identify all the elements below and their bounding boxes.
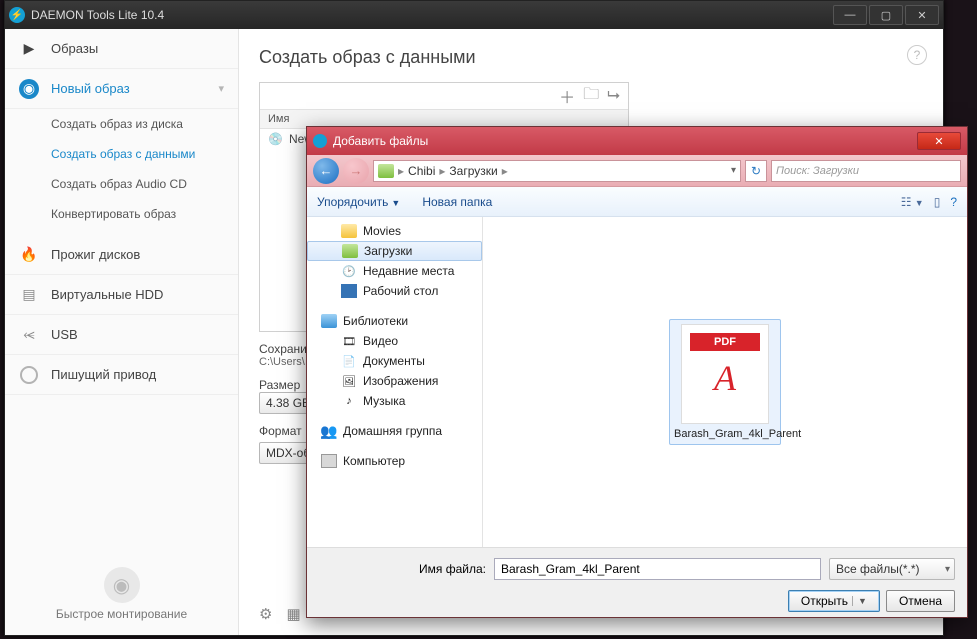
tree-desktop[interactable]: Рабочий стол [307, 281, 482, 301]
folder-tree[interactable]: Movies Загрузки 🕑Недавние места Рабочий … [307, 217, 483, 547]
dialog-toolbar: Упорядочить▼ Новая папка ☷ ▼ ▯ ? [307, 187, 967, 217]
crumb-folder[interactable]: Загрузки [449, 164, 497, 178]
dialog-title: Добавить файлы [333, 134, 428, 148]
tree-computer[interactable]: Компьютер [307, 451, 482, 471]
folder-icon[interactable]: 🗀 [583, 83, 599, 110]
file-item[interactable]: PDF A Barash_Gram_4kl_Parent [669, 319, 781, 445]
sidebar-sub-from-disk[interactable]: Создать образ из диска [5, 109, 238, 139]
tree-downloads[interactable]: Загрузки [307, 241, 482, 261]
dialog-footer: Имя файла: Все файлы(*.*) Открыть▼ Отмен… [307, 547, 967, 617]
organize-button[interactable]: Упорядочить▼ [317, 195, 400, 209]
sidebar: ▶ Образы ◉ Новый образ ▾ Создать образ и… [5, 29, 239, 635]
crumb-dd-icon[interactable]: ▾ [731, 165, 736, 176]
desktop-icon [341, 284, 357, 298]
recent-icon: 🕑 [341, 264, 357, 278]
chevron-down-icon: ▾ [218, 82, 224, 95]
cancel-button[interactable]: Отмена [886, 590, 955, 612]
library-icon [321, 314, 337, 328]
open-button[interactable]: Открыть▼ [788, 590, 880, 612]
tree-libraries[interactable]: Библиотеки [307, 311, 482, 331]
sidebar-item-usb[interactable]: ⥷ USB [5, 315, 238, 355]
sidebar-sub-audio-cd[interactable]: Создать образ Audio CD [5, 169, 238, 199]
homegroup-icon: 👥 [321, 424, 337, 438]
sidebar-item-new-image[interactable]: ◉ Новый образ ▾ [5, 69, 238, 109]
chevron-right-icon: ▸ [439, 164, 445, 178]
refresh-button[interactable]: ↻ [745, 160, 767, 182]
news-icon[interactable]: ▦ [286, 605, 300, 623]
crumb-user[interactable]: Chibi [408, 164, 435, 178]
tree-movies[interactable]: Movies [307, 221, 482, 241]
close-button[interactable]: ✕ [905, 5, 939, 25]
new-folder-button[interactable]: Новая папка [422, 195, 492, 209]
app-title: DAEMON Tools Lite 10.4 [31, 8, 164, 22]
tree-homegroup[interactable]: 👥Домашняя группа [307, 421, 482, 441]
sidebar-sub-convert[interactable]: Конвертировать образ [5, 199, 238, 229]
export-icon[interactable]: ⮡ [607, 87, 620, 105]
chevron-right-icon: ▸ [502, 164, 508, 178]
file-name: Barash_Gram_4kl_Parent [674, 428, 776, 440]
downloads-icon [378, 164, 394, 178]
pdf-icon: PDF A [681, 324, 769, 424]
hdd-icon: ▤ [19, 285, 39, 305]
nav-forward-button[interactable]: → [343, 158, 369, 184]
picture-icon: 🖼 [341, 374, 357, 388]
chevron-right-icon: ▸ [398, 164, 404, 178]
play-icon: ▶ [19, 39, 39, 59]
document-icon: 📄 [341, 354, 357, 368]
dialog-nav: ← → ▸ Chibi ▸ Загрузки ▸ ▾ ↻ Поиск: Загр… [307, 155, 967, 187]
sidebar-item-burn[interactable]: 🔥 Прожиг дисков [5, 235, 238, 275]
tree-video[interactable]: 🎞Видео [307, 331, 482, 351]
filename-label: Имя файла: [419, 562, 486, 576]
circle-dot-icon: ◉ [19, 79, 39, 99]
tree-pictures[interactable]: 🖼Изображения [307, 371, 482, 391]
disc-large-icon: ◉ [104, 567, 140, 603]
tree-documents[interactable]: 📄Документы [307, 351, 482, 371]
folder-icon [341, 224, 357, 238]
dialog-logo-icon [313, 134, 327, 148]
app-logo-icon: ⚡ [9, 7, 25, 23]
breadcrumb[interactable]: ▸ Chibi ▸ Загрузки ▸ ▾ [373, 160, 741, 182]
dialog-close-button[interactable]: ✕ [917, 132, 961, 150]
maximize-button[interactable]: ▢ [869, 5, 903, 25]
nav-back-button[interactable]: ← [313, 158, 339, 184]
disc-icon [19, 365, 39, 385]
toolbar-help-button[interactable]: ? [950, 195, 957, 209]
sidebar-item-writer[interactable]: Пишущий привод [5, 355, 238, 395]
usb-icon: ⥷ [19, 325, 39, 345]
filename-input[interactable] [494, 558, 821, 580]
add-icon[interactable]: ＋ [559, 84, 575, 108]
minimize-button[interactable]: — [833, 5, 867, 25]
computer-icon [321, 454, 337, 468]
view-mode-button[interactable]: ☷ ▼ [901, 195, 924, 209]
file-view[interactable]: PDF A Barash_Gram_4kl_Parent [483, 217, 967, 547]
quick-mount-button[interactable]: ◉ Быстрое монтирование [5, 557, 238, 635]
search-input[interactable]: Поиск: Загрузки [771, 160, 961, 182]
tree-music[interactable]: ♪Музыка [307, 391, 482, 411]
flame-icon: 🔥 [19, 245, 39, 265]
sidebar-sub-with-data[interactable]: Создать образ с данными [5, 139, 238, 169]
disc-small-icon: 💿 [268, 132, 283, 146]
main-titlebar[interactable]: ⚡ DAEMON Tools Lite 10.4 — ▢ ✕ [5, 1, 943, 29]
tree-recent[interactable]: 🕑Недавние места [307, 261, 482, 281]
add-files-dialog: Добавить файлы ✕ ← → ▸ Chibi ▸ Загрузки … [306, 126, 968, 618]
video-icon: 🎞 [341, 334, 357, 348]
music-icon: ♪ [341, 394, 357, 408]
dialog-titlebar[interactable]: Добавить файлы ✕ [307, 127, 967, 155]
page-title: Создать образ с данными [259, 47, 923, 68]
help-button[interactable]: ? [907, 45, 927, 65]
settings-icon[interactable]: ⚙ [259, 605, 272, 623]
sidebar-item-vhdd[interactable]: ▤ Виртуальные HDD [5, 275, 238, 315]
downloads-icon [342, 244, 358, 258]
sidebar-item-images[interactable]: ▶ Образы [5, 29, 238, 69]
file-filter-combo[interactable]: Все файлы(*.*) [829, 558, 955, 580]
preview-pane-button[interactable]: ▯ [934, 195, 941, 209]
